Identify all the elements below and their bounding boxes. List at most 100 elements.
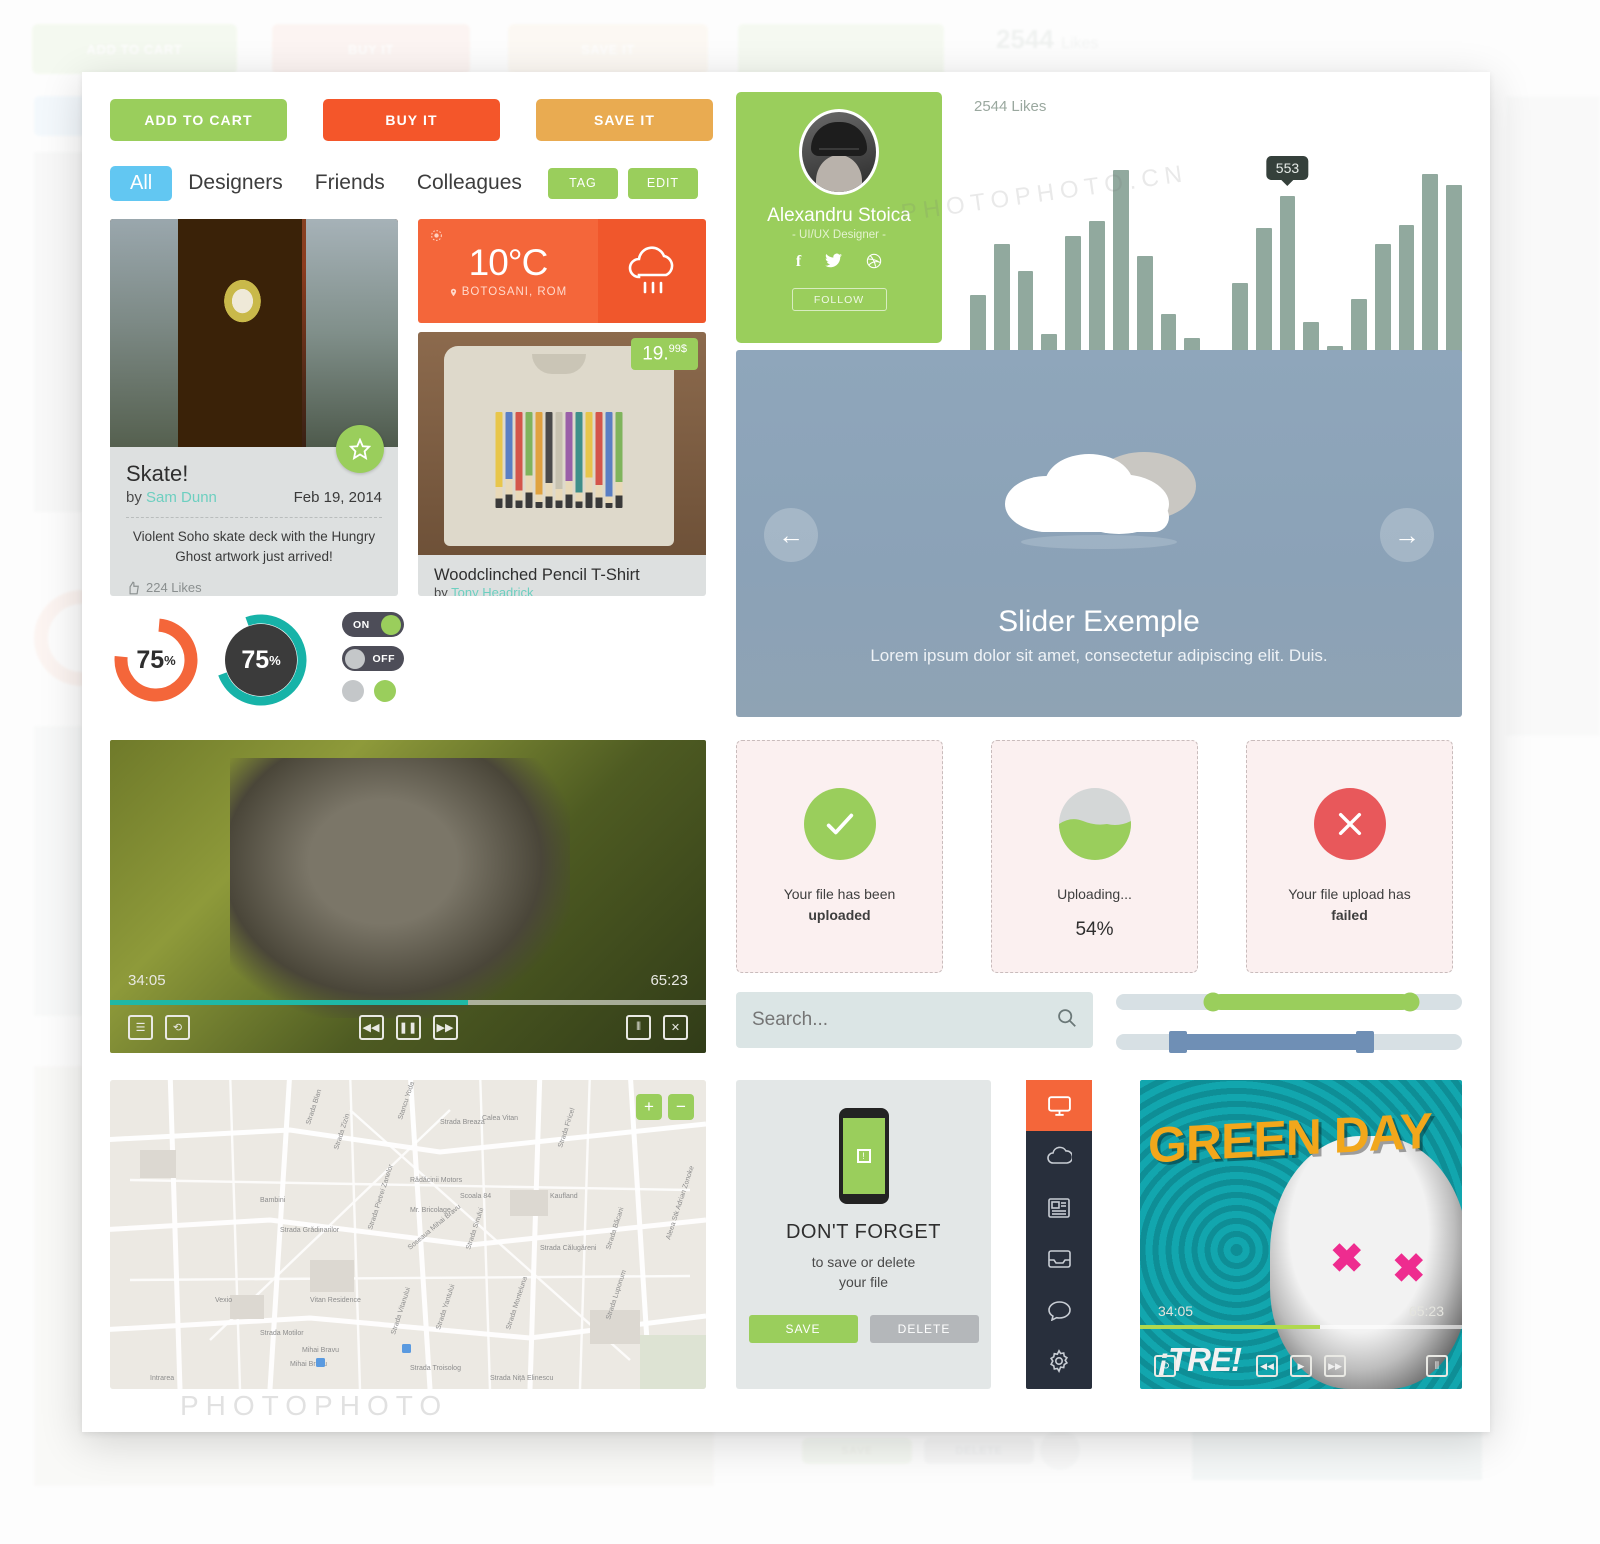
search-icon[interactable] bbox=[1056, 1007, 1077, 1033]
previous-icon[interactable]: ◀◀ bbox=[1256, 1355, 1278, 1377]
repeat-icon[interactable]: ⟲ bbox=[1154, 1355, 1176, 1377]
weather-location: BOTOSANI, ROM bbox=[449, 286, 567, 298]
map-zoom-in-button[interactable]: + bbox=[636, 1094, 662, 1120]
sidebar-item-inbox-icon[interactable] bbox=[1026, 1233, 1092, 1284]
skate-likes: 224 Likes bbox=[126, 580, 382, 595]
weather-widget[interactable]: 10°C BOTOSANI, ROM bbox=[418, 219, 706, 323]
forget-buttons: SAVE DELETE bbox=[748, 1314, 979, 1343]
ghost-likes-word: Likes bbox=[1061, 35, 1099, 52]
pause-icon[interactable]: ❚❚ bbox=[395, 1015, 421, 1040]
add-to-cart-button[interactable]: ADD TO CART bbox=[110, 99, 287, 141]
green-range-knob-right[interactable] bbox=[1400, 992, 1420, 1012]
toggle-on-knob[interactable] bbox=[381, 614, 401, 635]
twitter-icon[interactable] bbox=[825, 253, 843, 274]
dribbble-icon[interactable] bbox=[866, 253, 882, 274]
gear-icon[interactable] bbox=[430, 229, 443, 247]
arrow-left-icon[interactable]: ← bbox=[764, 508, 818, 562]
radio-dot-inactive[interactable] bbox=[342, 680, 364, 702]
divider bbox=[126, 517, 382, 518]
profile-card: Alexandru Stoica - UI/UX Designer - f FO… bbox=[736, 92, 942, 343]
ghost-likes-count: 2544 Likes bbox=[996, 24, 1098, 55]
equalizer-icon[interactable]: ⦀ bbox=[1426, 1355, 1448, 1377]
green-range-slider[interactable] bbox=[1116, 992, 1462, 1012]
sidebar-item-cloud-icon[interactable] bbox=[1026, 1131, 1092, 1182]
blue-range-slider[interactable] bbox=[1116, 1031, 1462, 1053]
map-canvas: Strada Breaza Strada Blan Strada Zizin S… bbox=[110, 1080, 706, 1389]
edit-button[interactable]: EDIT bbox=[627, 167, 698, 199]
video-progress-track[interactable] bbox=[110, 1000, 706, 1005]
follow-button[interactable]: FOLLOW bbox=[791, 288, 887, 311]
close-icon[interactable]: ✕ bbox=[663, 1015, 688, 1040]
map-widget[interactable]: Strada Breaza Strada Blan Strada Zizin S… bbox=[110, 1080, 706, 1389]
tshirt-author-link[interactable]: Tony Headrick bbox=[451, 585, 533, 596]
blue-range-knob-right[interactable] bbox=[1356, 1031, 1375, 1053]
svg-text:Strada Troisolog: Strada Troisolog bbox=[410, 1365, 461, 1372]
ghost-gear bbox=[1040, 1430, 1080, 1470]
weather-main: 10°C BOTOSANI, ROM bbox=[418, 219, 598, 323]
tab-all[interactable]: All bbox=[110, 165, 173, 201]
save-it-button[interactable]: SAVE IT bbox=[536, 99, 713, 141]
eye-x-right-icon: ✖ bbox=[1392, 1247, 1426, 1291]
next-icon[interactable]: ▶▶ bbox=[1324, 1355, 1346, 1377]
svg-text:Strada Breaza: Strada Breaza bbox=[440, 1119, 485, 1126]
equalizer-icon[interactable]: ⦀ bbox=[626, 1015, 651, 1040]
ghost-save-button: SAVE bbox=[802, 1438, 912, 1464]
slider-title: Slider Exemple bbox=[998, 605, 1200, 638]
upload-success-line2: uploaded bbox=[808, 907, 871, 923]
blue-range-knob-left[interactable] bbox=[1169, 1031, 1188, 1053]
toggle-on[interactable]: ON bbox=[342, 612, 404, 637]
toggle-off-knob[interactable] bbox=[345, 648, 365, 669]
sidebar-item-gear-icon[interactable] bbox=[1026, 1335, 1092, 1386]
map-zoom-out-button[interactable]: − bbox=[668, 1094, 694, 1120]
dont-forget-card: ! DON'T FORGET to save or delete your fi… bbox=[736, 1080, 991, 1389]
video-progress-fill bbox=[110, 1000, 468, 1005]
gauges-group: 75% 75% ON OFF bbox=[110, 608, 404, 720]
tab-friends[interactable]: Friends bbox=[299, 165, 401, 201]
star-icon[interactable] bbox=[336, 425, 384, 473]
upload-failed-card: Your file upload has failed bbox=[1246, 740, 1453, 973]
music-player-card[interactable]: GREEN DAY ✖ ✖ ¡TRE! 34:05 65:23 ⟲ ◀◀ ▶ ▶… bbox=[1140, 1080, 1462, 1389]
sidebar-item-chat-bubble-icon[interactable] bbox=[1026, 1284, 1092, 1335]
skate-photo bbox=[110, 219, 398, 447]
eye-x-left-icon: ✖ bbox=[1330, 1237, 1364, 1281]
tag-button[interactable]: TAG bbox=[547, 167, 618, 199]
tshirt-product-card[interactable]: 19.99$ Woodclinched Pencil T-Shirt by To… bbox=[418, 332, 706, 596]
music-progress-track[interactable] bbox=[1140, 1325, 1462, 1329]
sidebar-item-monitor-icon[interactable] bbox=[1026, 1080, 1092, 1131]
likes-count: 2544 bbox=[974, 98, 1008, 115]
slider-example-panel[interactable]: ← → Slider Exemple Lorem ipsum dolor sit… bbox=[736, 350, 1462, 717]
sidebar-item-newspaper-icon[interactable] bbox=[1026, 1182, 1092, 1233]
svg-text:Bambini: Bambini bbox=[260, 1197, 286, 1204]
green-range-knob-left[interactable] bbox=[1203, 992, 1223, 1012]
rewind-icon[interactable]: ◀◀ bbox=[358, 1015, 384, 1040]
video-player[interactable]: 34:05 65:23 ☰ ⟲ ◀◀ ❚❚ ▶▶ ⦀ ✕ bbox=[110, 740, 706, 1053]
playlist-icon[interactable]: ☰ bbox=[128, 1015, 153, 1040]
likes-header: 2544 Likes bbox=[970, 90, 1462, 118]
delete-button[interactable]: DELETE bbox=[869, 1314, 979, 1343]
svg-text:Intrarea: Intrarea bbox=[150, 1375, 174, 1382]
tab-colleagues[interactable]: Colleagues bbox=[401, 165, 538, 201]
buy-it-button[interactable]: BUY IT bbox=[323, 99, 500, 141]
profile-role: - UI/UX Designer - bbox=[792, 229, 886, 241]
facebook-icon[interactable]: f bbox=[796, 253, 801, 274]
radio-dot-active[interactable] bbox=[374, 680, 396, 702]
repeat-icon[interactable]: ⟲ bbox=[165, 1015, 190, 1040]
skate-likes-text: 224 Likes bbox=[146, 580, 202, 596]
search-input[interactable] bbox=[752, 1009, 1056, 1031]
author-link[interactable]: Sam Dunn bbox=[146, 489, 217, 506]
upload-percent: 54% bbox=[1075, 919, 1114, 940]
upload-failed-line2: failed bbox=[1331, 907, 1368, 923]
fast-forward-icon[interactable]: ▶▶ bbox=[432, 1015, 458, 1040]
play-icon[interactable]: ▶ bbox=[1290, 1355, 1312, 1377]
tab-designers[interactable]: Designers bbox=[172, 165, 299, 201]
svg-text:Mr. Bricolage: Mr. Bricolage bbox=[410, 1207, 451, 1214]
toggle-off[interactable]: OFF bbox=[342, 646, 404, 671]
save-button[interactable]: SAVE bbox=[748, 1314, 858, 1343]
arrow-right-icon[interactable]: → bbox=[1380, 508, 1434, 562]
chart-tooltip: 553 bbox=[1266, 155, 1309, 180]
search-bar[interactable] bbox=[736, 992, 1093, 1048]
music-total-time: 65:23 bbox=[1408, 1303, 1444, 1319]
by-label: by bbox=[434, 585, 448, 596]
skate-product-card[interactable]: Skate! by Sam Dunn Feb 19, 2014 Violent … bbox=[110, 219, 398, 596]
profile-name: Alexandru Stoica bbox=[767, 205, 911, 226]
